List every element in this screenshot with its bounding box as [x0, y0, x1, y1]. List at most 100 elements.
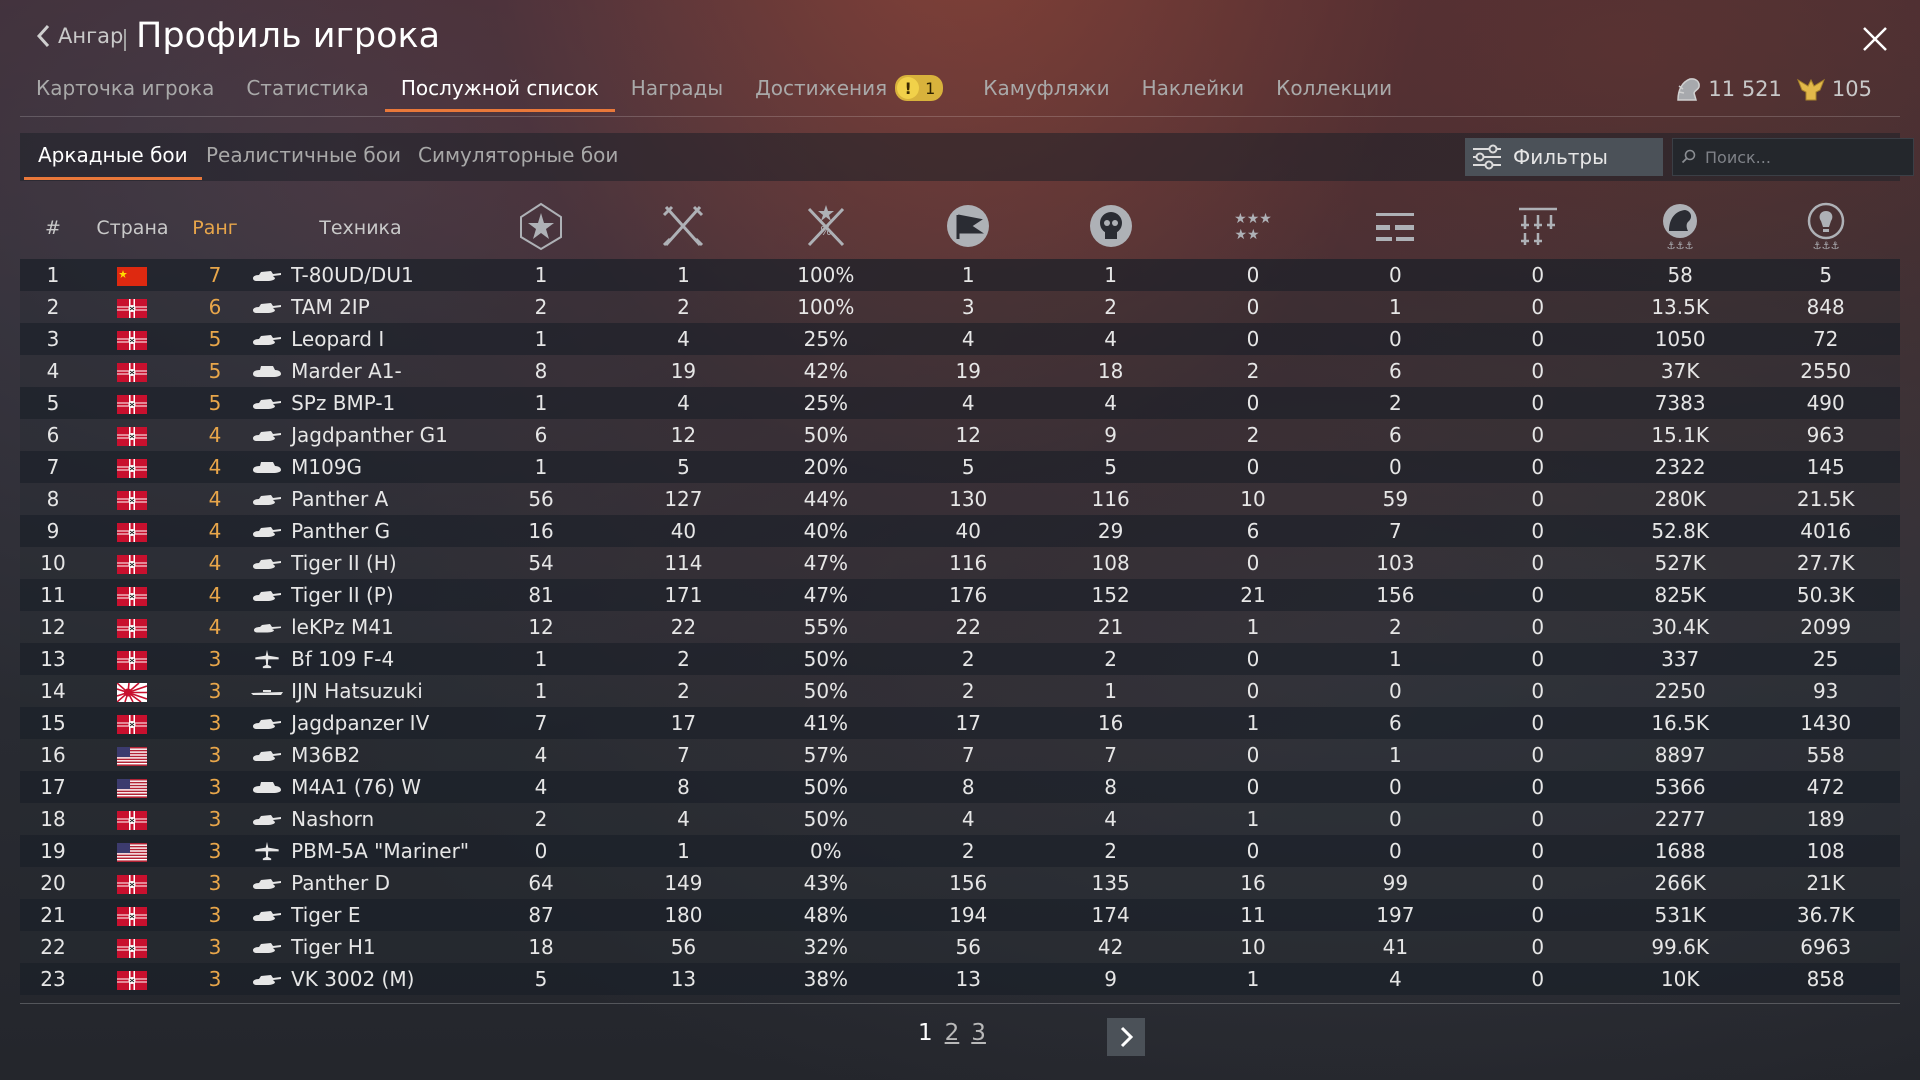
vehicle-cell[interactable]: Tiger II (H): [251, 547, 470, 579]
tab-service-record[interactable]: Послужной список: [384, 72, 615, 112]
vehicle-cell[interactable]: Bf 109 F-4: [251, 643, 470, 675]
table-row[interactable]: 9 4 Panther G 16 40 40% 40 29 6 7 0 52.8K 4016: [20, 515, 1900, 547]
table-row[interactable]: 7 4 M109G 1 5 20% 5 5 0 0 0 2322 145: [20, 451, 1900, 483]
vehicle-cell[interactable]: Tiger H1: [251, 931, 470, 963]
vehicle-cell[interactable]: M36B2: [251, 739, 470, 771]
battles-cell: 87: [469, 899, 613, 931]
tab-camouflages[interactable]: Камуфляжи: [967, 72, 1125, 112]
tab-achievements[interactable]: Достижения ! 1: [739, 72, 959, 112]
tab-awards[interactable]: Награды: [615, 72, 739, 112]
svg-text:%: %: [820, 224, 831, 238]
tab-decals[interactable]: Наклейки: [1126, 72, 1261, 112]
page-3-link[interactable]: 3: [971, 1020, 986, 1046]
vehicle-cell[interactable]: T-80UD/DU1: [251, 259, 470, 291]
page-2-link[interactable]: 2: [945, 1020, 960, 1046]
table-row[interactable]: 18 3 Nashorn 2 4 50% 4 4 1 0 0 2277 189: [20, 803, 1900, 835]
table-row[interactable]: 17 3 M4A1 (76) W 4 8 50% 8 8 0 0 0 5366 472: [20, 771, 1900, 803]
mode-tab-realistic[interactable]: Реалистичные бои: [192, 143, 415, 177]
col-rank[interactable]: Ранг: [179, 197, 251, 259]
air-kills-cell: 11: [1181, 899, 1325, 931]
col-ground-kills[interactable]: [1324, 197, 1466, 259]
col-air-kills[interactable]: ★★★ ★★: [1182, 197, 1324, 259]
table-row[interactable]: 4 5 Marder A1- 8 19 42% 19 18 2 6 0 37K 2550: [20, 355, 1900, 387]
deaths-cell: 2: [1039, 291, 1182, 323]
col-number[interactable]: #: [20, 197, 86, 259]
vehicle-cell[interactable]: TAM 2IP: [251, 291, 470, 323]
vehicle-cell[interactable]: M109G: [251, 451, 470, 483]
col-naval-kills[interactable]: [1467, 197, 1609, 259]
table-row[interactable]: 21 3 Tiger E 87 180 48% 194 174 11 197 0 531K 36.7K: [20, 899, 1900, 931]
table-row[interactable]: 10 4 Tiger II (H) 54 114 47% 116 108 0 103 0 527K 27…: [20, 547, 1900, 579]
vehicle-cell[interactable]: leKPz M41: [251, 611, 470, 643]
vehicle-cell[interactable]: Tiger E: [251, 899, 470, 931]
table-row[interactable]: 12 4 leKPz M41 12 22 55% 22 21 1 2 0 30.4K 2099: [20, 611, 1900, 643]
filters-button[interactable]: Фильтры: [1465, 138, 1663, 176]
page-1-link[interactable]: 1: [918, 1020, 933, 1046]
mode-tab-arcade[interactable]: Аркадные бои: [24, 143, 202, 180]
col-deaths[interactable]: [1039, 197, 1181, 259]
victories-cell: 180: [612, 899, 755, 931]
vehicle-cell[interactable]: IJN Hatsuzuki: [251, 675, 470, 707]
table-row[interactable]: 11 4 Tiger II (P) 81 171 47% 176 152 21 156 0 825K 5…: [20, 579, 1900, 611]
vehicle-cell[interactable]: Panther A: [251, 483, 470, 515]
naval-kills-icon: [1518, 207, 1557, 245]
vehicle-name: leKPz M41: [291, 615, 394, 639]
col-battles[interactable]: [470, 197, 612, 259]
research-points-cell: 21K: [1751, 867, 1900, 899]
vehicle-cell[interactable]: Leopard I: [251, 323, 470, 355]
table-row[interactable]: 1 7 T-80UD/DU1 1 1 100% 1 1 0 0 0 58 5: [20, 259, 1900, 291]
table-row[interactable]: 20 3 Panther D 64 149 43% 156 135 16 99 0 266K 21K: [20, 867, 1900, 899]
tab-statistics[interactable]: Статистика: [230, 72, 385, 112]
table-row[interactable]: 8 4 Panther A 56 127 44% 130 116 10 59 0 280K 21.5K: [20, 483, 1900, 515]
col-vehicle[interactable]: Техника: [251, 197, 470, 259]
table-row[interactable]: 6 4 Jagdpanther G1 6 12 50% 12 9 2 6 0 15.1K 963: [20, 419, 1900, 451]
vehicle-cell[interactable]: VK 3002 (M): [251, 963, 470, 995]
table-row[interactable]: 15 3 Jagdpanzer IV 7 17 41% 17 16 1 6 0 16.5K 1430: [20, 707, 1900, 739]
col-victories[interactable]: [612, 197, 754, 259]
country-cell: [86, 931, 179, 963]
table-row[interactable]: 22 3 Tiger H1 18 56 32% 56 42 10 41 0 99.6K 6963: [20, 931, 1900, 963]
table-row[interactable]: 16 3 M36B2 4 7 57% 7 7 0 1 0 8897 558: [20, 739, 1900, 771]
table-row[interactable]: 2 6 TAM 2IP 2 2 100% 3 2 0 1 0 13.5K 848: [20, 291, 1900, 323]
close-button[interactable]: [1858, 22, 1892, 56]
vehicle-cell[interactable]: Marder A1-: [251, 355, 470, 387]
col-lions-earned[interactable]: ⚓⚓⚓: [1609, 197, 1751, 259]
col-research-points[interactable]: ⚓⚓⚓: [1751, 197, 1900, 259]
win-rate-cell: 50%: [754, 771, 898, 803]
search-box[interactable]: [1672, 138, 1914, 176]
table-row[interactable]: 3 5 Leopard I 1 4 25% 4 4 0 0 0 1050 72: [20, 323, 1900, 355]
col-win-rate[interactable]: %: [755, 197, 897, 259]
vehicle-cell[interactable]: Tiger II (P): [251, 579, 470, 611]
vehicle-cell[interactable]: Jagdpanzer IV: [251, 707, 470, 739]
row-number: 14: [20, 675, 87, 707]
table-row[interactable]: 14 3 IJN Hatsuzuki 1 2 50% 2 1 0 0 0 2250 93: [20, 675, 1900, 707]
vehicle-cell[interactable]: M4A1 (76) W: [251, 771, 470, 803]
search-input[interactable]: [1703, 146, 1907, 168]
tab-collections[interactable]: Коллекции: [1260, 72, 1408, 112]
deaths-cell: 108: [1039, 547, 1182, 579]
vehicle-cell[interactable]: PBM-5A "Mariner": [251, 835, 470, 867]
currency-panel: 11 521 105: [1674, 76, 1872, 102]
tab-player-card[interactable]: Карточка игрока: [20, 72, 230, 112]
respawns-cell: 2: [897, 835, 1040, 867]
col-country[interactable]: Страна: [86, 197, 179, 259]
table-row[interactable]: 19 3 PBM-5A "Mariner" 0 1 0% 2 2 0 0 0 1688 108: [20, 835, 1900, 867]
table-row[interactable]: 23 3 VK 3002 (M) 5 13 38% 13 9 1 4 0 10K 858: [20, 963, 1900, 995]
vehicle-cell[interactable]: Nashorn: [251, 803, 470, 835]
naval-kills-cell: 0: [1466, 323, 1609, 355]
vehicle-cell[interactable]: Panther G: [251, 515, 470, 547]
research-points-cell: 1430: [1751, 707, 1900, 739]
vehicle-cell[interactable]: Jagdpanther G1: [251, 419, 470, 451]
respawns-cell: 12: [897, 419, 1040, 451]
germany-flag-icon: [117, 619, 148, 638]
germany-flag-icon: [117, 875, 148, 894]
vehicle-cell[interactable]: SPz BMP-1: [251, 387, 470, 419]
vehicle-cell[interactable]: Panther D: [251, 867, 470, 899]
col-respawns[interactable]: [897, 197, 1039, 259]
table-row[interactable]: 13 3 Bf 109 F-4 1 2 50% 2 2 0 1 0 337 25: [20, 643, 1900, 675]
next-page-button[interactable]: [1107, 1018, 1145, 1056]
back-to-hangar-button[interactable]: Ангар: [36, 24, 123, 48]
lions-earned-cell: 2250: [1608, 675, 1752, 707]
mode-tab-simulator[interactable]: Симуляторные бои: [404, 143, 632, 177]
table-row[interactable]: 5 5 SPz BMP-1 1 4 25% 4 4 0 2 0 7383 490: [20, 387, 1900, 419]
